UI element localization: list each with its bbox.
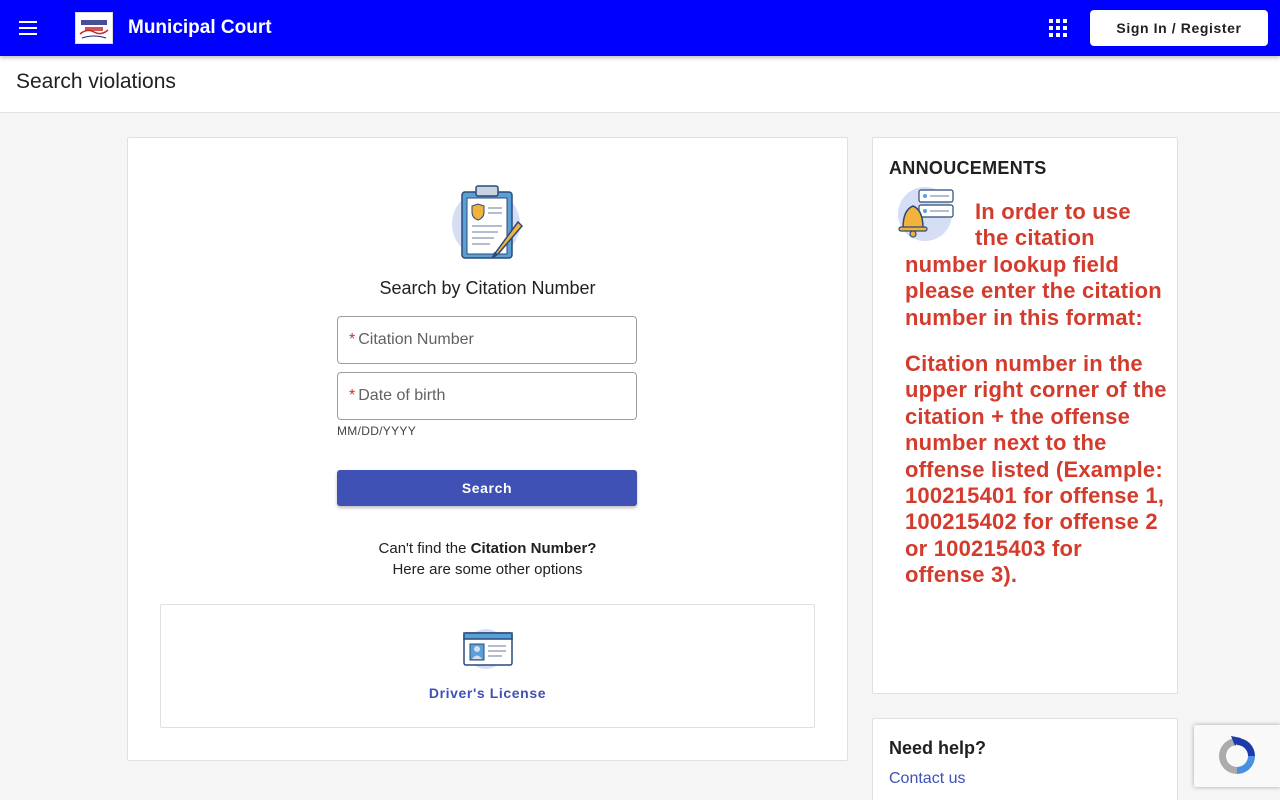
contact-us-link[interactable]: Contact us bbox=[889, 770, 965, 788]
sign-in-register-button[interactable]: Sign In / Register bbox=[1090, 10, 1268, 46]
id-card-icon bbox=[463, 629, 513, 669]
date-format-hint: MM/DD/YYYY bbox=[337, 424, 417, 438]
recaptcha-badge[interactable] bbox=[1194, 725, 1280, 787]
drivers-license-label: Driver's License bbox=[428, 685, 547, 701]
cant-find-line: Can't find the Citation Number? bbox=[378, 540, 597, 557]
top-app-bar: Municipal Court Sign In / Register bbox=[0, 0, 1280, 56]
apps-grid-icon bbox=[1049, 19, 1067, 37]
menu-icon bbox=[19, 21, 37, 35]
citation-number-input[interactable] bbox=[358, 331, 636, 349]
page-title: Search violations bbox=[16, 70, 176, 93]
recaptcha-icon bbox=[1219, 736, 1255, 774]
city-logo[interactable] bbox=[75, 12, 113, 44]
required-asterisk: * bbox=[349, 331, 356, 348]
announcements-title: ANNOUCEMENTS bbox=[889, 158, 1047, 178]
drivers-license-option[interactable]: Driver's License bbox=[160, 604, 815, 728]
citation-number-bold: Citation Number? bbox=[470, 540, 597, 557]
required-asterisk: * bbox=[349, 387, 356, 404]
other-options-line: Here are some other options bbox=[392, 561, 583, 578]
alternative-options-text: Can't find the Citation Number? Here are… bbox=[128, 538, 847, 580]
search-button[interactable]: Search bbox=[337, 470, 637, 506]
date-of-birth-field[interactable]: * bbox=[337, 372, 637, 420]
help-title: Need help? bbox=[889, 738, 987, 758]
announcement-text: In order to use the citation number look… bbox=[905, 199, 1167, 589]
page-header: Search violations bbox=[0, 56, 1280, 113]
date-of-birth-input[interactable] bbox=[358, 387, 636, 405]
app-title: Municipal Court bbox=[128, 17, 272, 38]
menu-button[interactable] bbox=[0, 0, 56, 56]
announcement-paragraph: In order to use the citation number look… bbox=[905, 199, 1162, 330]
search-card: Search by Citation Number * * MM/DD/YYYY… bbox=[127, 137, 848, 761]
help-card: Need help? Contact us bbox=[872, 718, 1178, 800]
announcement-paragraph: Citation number in the upper right corne… bbox=[905, 351, 1167, 588]
apps-button[interactable] bbox=[1044, 14, 1072, 42]
announcements-card: ANNOUCEMENTS In order to use the citatio… bbox=[872, 137, 1178, 694]
citation-number-field[interactable]: * bbox=[337, 316, 637, 364]
clipboard-icon bbox=[452, 185, 524, 259]
search-title: Search by Citation Number bbox=[379, 278, 596, 298]
